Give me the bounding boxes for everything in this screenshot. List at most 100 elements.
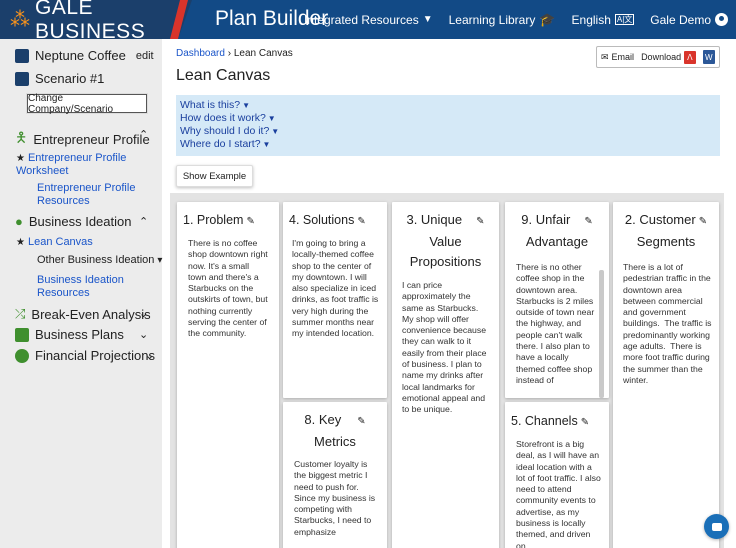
card-scrollbar[interactable] bbox=[599, 270, 604, 398]
chat-icon bbox=[711, 522, 722, 531]
translate-icon: A|文 bbox=[614, 14, 635, 25]
card-channels[interactable]: 5. Channels ✎ Storefront is a big deal, a… bbox=[505, 402, 609, 548]
sidebar-item-label: Other Business Ideation bbox=[37, 254, 155, 266]
card-title-text: 1. Problem bbox=[183, 213, 244, 227]
sidebar-item-financial-projections[interactable]: Financial Projections ⌄ bbox=[15, 348, 155, 363]
sidebar-item-lean-canvas[interactable]: ★ Lean Canvas bbox=[16, 236, 146, 249]
breadcrumb-dashboard-link[interactable]: Dashboard bbox=[176, 48, 225, 59]
sidebar-item-bi-resources[interactable]: Business Ideation Resources bbox=[37, 274, 167, 300]
sidebar-item-break-even[interactable]: ⤮ Break-Even Analysis ⌄ bbox=[15, 306, 155, 322]
lean-canvas-board: 1. Problem ✎ There is no coffee shop down… bbox=[170, 193, 724, 548]
chat-button[interactable] bbox=[704, 514, 729, 539]
sidebar-item-ep-worksheet[interactable]: ★ Entrepreneur Profile Worksheet bbox=[16, 152, 146, 178]
sidebar: Neptune Coffee edit Scenario #1 Change C… bbox=[0, 39, 162, 548]
card-unique-value-propositions[interactable]: 3. Unique ✎ Value Propositions I can pric… bbox=[392, 202, 499, 548]
faq-label: How does it work? bbox=[180, 112, 266, 124]
share-toolbar: ✉ Email Download ᐱ W bbox=[596, 46, 720, 68]
star-icon: ★ bbox=[16, 153, 25, 164]
page-title: Lean Canvas bbox=[176, 67, 271, 84]
change-scenario-button[interactable]: Change Company/Scenario bbox=[27, 93, 147, 115]
card-customer-segments[interactable]: 2. Customer ✎ Segments There is a lot of … bbox=[613, 202, 719, 548]
nav-language[interactable]: English A|文 bbox=[572, 13, 635, 27]
card-title-text: 5. Channels bbox=[511, 414, 578, 428]
card-unfair-advantage[interactable]: 9. Unfair ✎ Advantage There is no other c… bbox=[505, 202, 609, 398]
gale-logo-icon: ⁂ bbox=[10, 8, 30, 31]
card-title-text: Propositions bbox=[409, 254, 482, 269]
company-name: Neptune Coffee bbox=[35, 48, 126, 63]
card-title: 2. Customer ✎ Segments bbox=[613, 202, 719, 252]
sidebar-item-other-ideation[interactable]: Other Business Ideation ▾ bbox=[37, 254, 167, 267]
edit-icon[interactable]: ✎ bbox=[476, 216, 484, 227]
company-edit-link[interactable]: edit bbox=[136, 50, 154, 62]
card-body: There is no other coffee shop in the dow… bbox=[516, 262, 597, 385]
card-title-text: 3. Unique bbox=[406, 212, 463, 227]
card-title-text: Metrics bbox=[314, 434, 356, 449]
faq-label: Why should I do it? bbox=[180, 125, 270, 137]
edit-icon[interactable]: ✎ bbox=[699, 216, 707, 227]
document-icon bbox=[15, 327, 29, 342]
card-title-text: 4. Solutions bbox=[289, 213, 355, 227]
sidebar-item-business-ideation[interactable]: ● Business Ideation ⌃ bbox=[15, 214, 155, 229]
edit-icon[interactable]: ✎ bbox=[584, 216, 592, 227]
dollar-icon bbox=[15, 348, 29, 363]
faq-what[interactable]: What is this? ▼ bbox=[180, 99, 716, 112]
card-solutions[interactable]: 4. Solutions ✎ I'm going to bring a local… bbox=[283, 202, 387, 398]
faq-how[interactable]: How does it work? ▼ bbox=[180, 112, 716, 125]
sidebar-item-label: Entrepreneur Profile bbox=[33, 131, 150, 147]
sidebar-item-entrepreneur-profile[interactable]: 🯅 Entrepreneur Profile ⌃ bbox=[15, 127, 155, 151]
sidebar-item-label: Break-Even Analysis bbox=[31, 306, 151, 322]
star-icon: ★ bbox=[16, 237, 25, 248]
top-nav-items: Integrated Resources ▼ Learning Library … bbox=[304, 0, 728, 39]
word-icon[interactable]: W bbox=[702, 50, 715, 64]
email-link[interactable]: Email bbox=[612, 52, 635, 62]
edit-icon[interactable]: ✎ bbox=[581, 417, 589, 428]
chevron-down-icon: ▼ bbox=[267, 114, 276, 123]
person-icon: 🯅 bbox=[15, 129, 28, 145]
sidebar-item-ep-resources[interactable]: Entrepreneur Profile Resources bbox=[37, 182, 167, 208]
nav-user-label: Gale Demo bbox=[650, 12, 711, 27]
card-title: 4. Solutions ✎ bbox=[283, 202, 387, 232]
nav-learning-library[interactable]: Learning Library 🎓 bbox=[449, 12, 556, 28]
card-title-text: Advantage bbox=[525, 234, 589, 249]
brand-logo[interactable]: ⁂ GALE BUSINESS bbox=[0, 0, 192, 43]
card-key-metrics[interactable]: 8. Key ✎ Metrics Customer loyalty is the … bbox=[283, 402, 387, 548]
edit-icon[interactable]: ✎ bbox=[246, 216, 254, 227]
card-title: 8. Key ✎ Metrics bbox=[283, 402, 387, 452]
chevron-up-icon: ⌃ bbox=[139, 216, 149, 228]
faq-why[interactable]: Why should I do it? ▼ bbox=[180, 125, 716, 138]
chevron-down-icon: ⌄ bbox=[139, 308, 149, 320]
nav-integrated-resources[interactable]: Integrated Resources ▼ bbox=[304, 13, 433, 27]
faq-where[interactable]: Where do I start? ▼ bbox=[180, 138, 716, 151]
sidebar-item-label: Lean Canvas bbox=[27, 236, 93, 248]
faq-label: Where do I start? bbox=[180, 138, 261, 150]
nav-integrated-label: Integrated Resources bbox=[303, 12, 419, 27]
card-body: I'm going to bring a locally-themed coff… bbox=[292, 238, 381, 339]
card-body: There is no coffee shop downtown right n… bbox=[188, 238, 271, 339]
lightbulb-icon: ● bbox=[15, 214, 23, 229]
chevron-down-icon: ▼ bbox=[242, 101, 251, 110]
nav-user[interactable]: Gale Demo bbox=[650, 13, 728, 27]
building-icon bbox=[15, 48, 29, 63]
scenario-name: Scenario #1 bbox=[35, 71, 105, 86]
card-title: 1. Problem ✎ bbox=[177, 202, 279, 232]
chevron-down-icon: ▼ bbox=[262, 140, 271, 149]
breadcrumb-current: Lean Canvas bbox=[233, 48, 293, 59]
sidebar-item-business-plans[interactable]: Business Plans ⌄ bbox=[15, 327, 155, 342]
chevron-down-icon: ⌄ bbox=[145, 350, 155, 362]
card-body: Storefront is a big deal, as I will have… bbox=[516, 439, 604, 548]
show-example-button[interactable]: Show Example bbox=[176, 165, 253, 187]
faq-label: What is this? bbox=[180, 99, 241, 111]
card-title-text: 9. Unfair bbox=[521, 212, 571, 227]
card-title: 3. Unique ✎ Value Propositions bbox=[392, 202, 499, 272]
card-problem[interactable]: 1. Problem ✎ There is no coffee shop down… bbox=[177, 202, 279, 548]
edit-icon[interactable]: ✎ bbox=[357, 216, 365, 227]
card-title: 5. Channels ✎ bbox=[505, 402, 609, 433]
sidebar-item-label: Business Plans bbox=[35, 327, 124, 342]
pdf-icon[interactable]: ᐱ bbox=[684, 50, 696, 64]
brand-name: GALE BUSINESS bbox=[35, 0, 146, 43]
nav-learning-label: Learning Library bbox=[448, 12, 536, 27]
nav-language-label: English bbox=[571, 12, 611, 27]
card-body: Customer loyalty is the biggest metric I… bbox=[294, 459, 378, 537]
scenario-row: Scenario #1 bbox=[15, 71, 104, 86]
edit-icon[interactable]: ✎ bbox=[357, 416, 365, 427]
